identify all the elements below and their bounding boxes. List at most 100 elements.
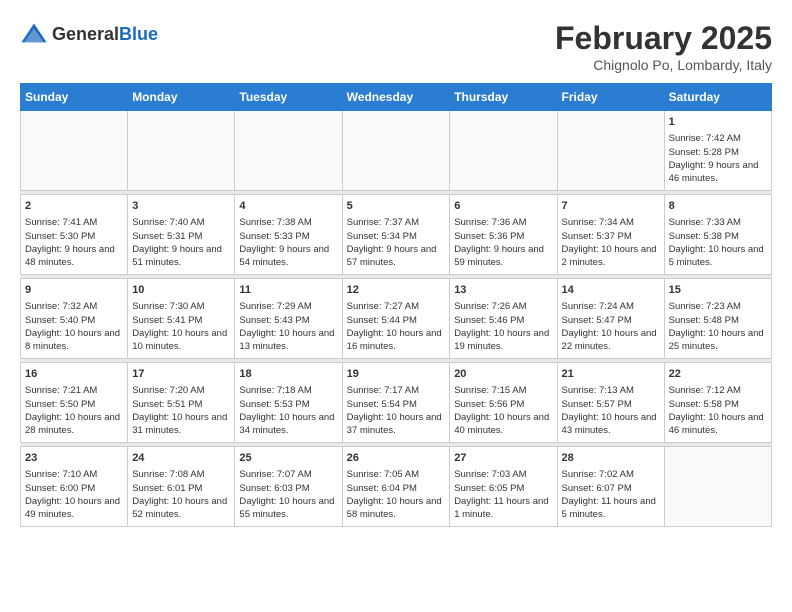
calendar-day-cell: 10 Sunrise: 7:30 AM Sunset: 5:41 PM Dayli… — [128, 279, 235, 359]
day-number: 20 — [454, 367, 552, 382]
day-info: Sunrise: 7:38 AM Sunset: 5:33 PM Dayligh… — [239, 216, 337, 269]
logo-general: General — [52, 24, 119, 44]
calendar-day-cell: 16 Sunrise: 7:21 AM Sunset: 5:50 PM Dayli… — [21, 363, 128, 443]
logo-text: GeneralBlue — [52, 24, 158, 45]
day-number: 14 — [562, 283, 660, 298]
day-info: Sunrise: 7:07 AM Sunset: 6:03 PM Dayligh… — [239, 468, 337, 521]
calendar-day-cell — [235, 111, 342, 191]
calendar-day-cell: 24Sunrise: 7:08 AM Sunset: 6:01 PM Dayli… — [128, 447, 235, 527]
calendar-day-cell: 13 Sunrise: 7:26 AM Sunset: 5:46 PM Dayli… — [450, 279, 557, 359]
day-number: 1 — [669, 115, 767, 130]
day-header-thursday: Thursday — [450, 84, 557, 111]
day-info: Sunrise: 7:29 AM Sunset: 5:43 PM Dayligh… — [239, 300, 337, 353]
day-info: Sunrise: 7:37 AM Sunset: 5:34 PM Dayligh… — [347, 216, 446, 269]
calendar-day-cell: 5 Sunrise: 7:37 AM Sunset: 5:34 PM Daylig… — [342, 195, 450, 275]
day-info: Sunrise: 7:18 AM Sunset: 5:53 PM Dayligh… — [239, 384, 337, 437]
calendar-day-cell: 3 Sunrise: 7:40 AM Sunset: 5:31 PM Daylig… — [128, 195, 235, 275]
main-title: February 2025 — [555, 20, 772, 57]
day-number: 18 — [239, 367, 337, 382]
day-number: 6 — [454, 199, 552, 214]
day-info: Sunrise: 7:10 AM Sunset: 6:00 PM Dayligh… — [25, 468, 123, 521]
day-number: 21 — [562, 367, 660, 382]
calendar-week-row: 9 Sunrise: 7:32 AM Sunset: 5:40 PM Daylig… — [21, 279, 772, 359]
day-number: 5 — [347, 199, 446, 214]
day-number: 26 — [347, 451, 446, 466]
day-info: Sunrise: 7:32 AM Sunset: 5:40 PM Dayligh… — [25, 300, 123, 353]
calendar-day-cell — [342, 111, 450, 191]
day-info: Sunrise: 7:36 AM Sunset: 5:36 PM Dayligh… — [454, 216, 552, 269]
calendar-day-cell: 6 Sunrise: 7:36 AM Sunset: 5:36 PM Daylig… — [450, 195, 557, 275]
calendar-day-cell: 23 Sunrise: 7:10 AM Sunset: 6:00 PM Dayli… — [21, 447, 128, 527]
calendar-day-cell: 15 Sunrise: 7:23 AM Sunset: 5:48 PM Dayli… — [664, 279, 771, 359]
day-number: 16 — [25, 367, 123, 382]
calendar-day-cell: 11 Sunrise: 7:29 AM Sunset: 5:43 PM Dayli… — [235, 279, 342, 359]
day-header-tuesday: Tuesday — [235, 84, 342, 111]
day-number: 8 — [669, 199, 767, 214]
day-info: Sunrise: 7:40 AM Sunset: 5:31 PM Dayligh… — [132, 216, 230, 269]
calendar-day-cell — [557, 111, 664, 191]
logo-icon — [20, 20, 48, 48]
calendar-day-cell — [128, 111, 235, 191]
day-number: 28 — [562, 451, 660, 466]
calendar-day-cell: 26Sunrise: 7:05 AM Sunset: 6:04 PM Dayli… — [342, 447, 450, 527]
day-number: 10 — [132, 283, 230, 298]
day-info: Sunrise: 7:03 AM Sunset: 6:05 PM Dayligh… — [454, 468, 552, 521]
day-number: 17 — [132, 367, 230, 382]
calendar-day-cell: 9 Sunrise: 7:32 AM Sunset: 5:40 PM Daylig… — [21, 279, 128, 359]
day-number: 13 — [454, 283, 552, 298]
calendar-day-cell: 20Sunrise: 7:15 AM Sunset: 5:56 PM Dayli… — [450, 363, 557, 443]
day-info: Sunrise: 7:20 AM Sunset: 5:51 PM Dayligh… — [132, 384, 230, 437]
day-number: 12 — [347, 283, 446, 298]
day-info: Sunrise: 7:30 AM Sunset: 5:41 PM Dayligh… — [132, 300, 230, 353]
calendar-day-cell: 27 Sunrise: 7:03 AM Sunset: 6:05 PM Dayli… — [450, 447, 557, 527]
day-number: 23 — [25, 451, 123, 466]
day-info: Sunrise: 7:33 AM Sunset: 5:38 PM Dayligh… — [669, 216, 767, 269]
calendar-week-row: 23 Sunrise: 7:10 AM Sunset: 6:00 PM Dayli… — [21, 447, 772, 527]
calendar-day-cell: 25 Sunrise: 7:07 AM Sunset: 6:03 PM Dayli… — [235, 447, 342, 527]
day-header-wednesday: Wednesday — [342, 84, 450, 111]
day-number: 11 — [239, 283, 337, 298]
calendar-day-cell — [450, 111, 557, 191]
calendar-week-row: 16 Sunrise: 7:21 AM Sunset: 5:50 PM Dayli… — [21, 363, 772, 443]
calendar-day-cell: 21 Sunrise: 7:13 AM Sunset: 5:57 PM Dayli… — [557, 363, 664, 443]
day-number: 7 — [562, 199, 660, 214]
day-number: 4 — [239, 199, 337, 214]
calendar-day-cell: 22 Sunrise: 7:12 AM Sunset: 5:58 PM Dayli… — [664, 363, 771, 443]
calendar-day-cell: 8 Sunrise: 7:33 AM Sunset: 5:38 PM Daylig… — [664, 195, 771, 275]
day-info: Sunrise: 7:26 AM Sunset: 5:46 PM Dayligh… — [454, 300, 552, 353]
calendar-table: SundayMondayTuesdayWednesdayThursdayFrid… — [20, 83, 772, 527]
day-number: 22 — [669, 367, 767, 382]
day-number: 9 — [25, 283, 123, 298]
day-header-friday: Friday — [557, 84, 664, 111]
calendar-week-row: 2 Sunrise: 7:41 AM Sunset: 5:30 PM Daylig… — [21, 195, 772, 275]
day-info: Sunrise: 7:02 AM Sunset: 6:07 PM Dayligh… — [562, 468, 660, 521]
day-header-sunday: Sunday — [21, 84, 128, 111]
day-info: Sunrise: 7:27 AM Sunset: 5:44 PM Dayligh… — [347, 300, 446, 353]
day-info: Sunrise: 7:41 AM Sunset: 5:30 PM Dayligh… — [25, 216, 123, 269]
day-info: Sunrise: 7:13 AM Sunset: 5:57 PM Dayligh… — [562, 384, 660, 437]
calendar-day-cell: 1Sunrise: 7:42 AM Sunset: 5:28 PM Daylig… — [664, 111, 771, 191]
day-number: 24 — [132, 451, 230, 466]
logo: GeneralBlue — [20, 20, 158, 48]
sub-title: Chignolo Po, Lombardy, Italy — [555, 57, 772, 73]
day-header-monday: Monday — [128, 84, 235, 111]
calendar-day-cell: 2 Sunrise: 7:41 AM Sunset: 5:30 PM Daylig… — [21, 195, 128, 275]
day-info: Sunrise: 7:17 AM Sunset: 5:54 PM Dayligh… — [347, 384, 446, 437]
day-info: Sunrise: 7:21 AM Sunset: 5:50 PM Dayligh… — [25, 384, 123, 437]
calendar-header-row: SundayMondayTuesdayWednesdayThursdayFrid… — [21, 84, 772, 111]
day-number: 15 — [669, 283, 767, 298]
day-number: 27 — [454, 451, 552, 466]
day-number: 2 — [25, 199, 123, 214]
calendar-day-cell — [21, 111, 128, 191]
logo-blue: Blue — [119, 24, 158, 44]
title-area: February 2025 Chignolo Po, Lombardy, Ita… — [555, 20, 772, 73]
day-info: Sunrise: 7:23 AM Sunset: 5:48 PM Dayligh… — [669, 300, 767, 353]
calendar-day-cell — [664, 447, 771, 527]
calendar-day-cell: 17 Sunrise: 7:20 AM Sunset: 5:51 PM Dayli… — [128, 363, 235, 443]
day-number: 25 — [239, 451, 337, 466]
day-info: Sunrise: 7:34 AM Sunset: 5:37 PM Dayligh… — [562, 216, 660, 269]
header: GeneralBlue February 2025 Chignolo Po, L… — [20, 20, 772, 73]
day-number: 3 — [132, 199, 230, 214]
calendar-day-cell: 28 Sunrise: 7:02 AM Sunset: 6:07 PM Dayli… — [557, 447, 664, 527]
day-info: Sunrise: 7:12 AM Sunset: 5:58 PM Dayligh… — [669, 384, 767, 437]
